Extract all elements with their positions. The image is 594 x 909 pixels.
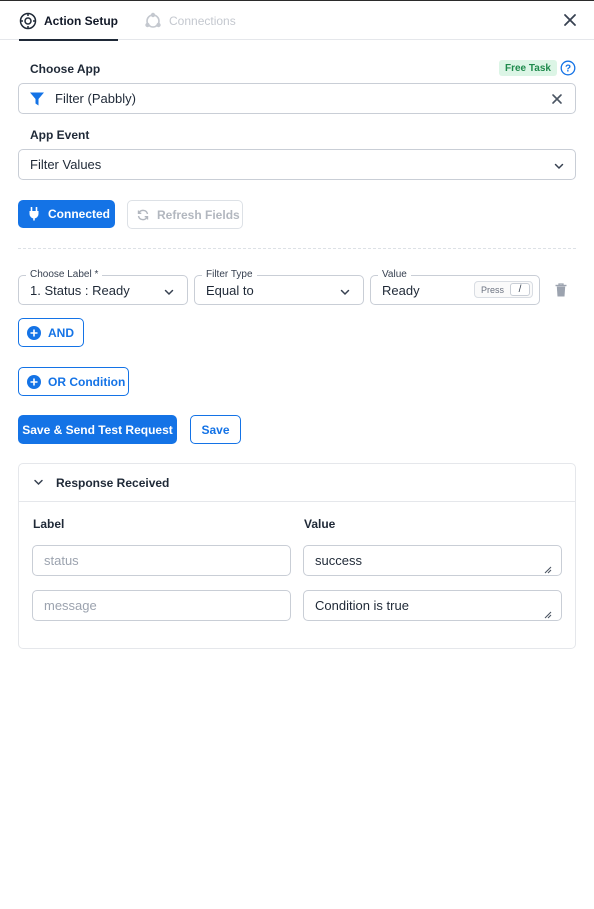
chevron-down-icon	[163, 286, 175, 298]
connected-button-label: Connected	[48, 207, 111, 221]
save-button[interactable]: Save	[190, 415, 241, 444]
resize-grip-icon[interactable]	[543, 562, 552, 574]
or-condition-label: OR Condition	[48, 374, 126, 389]
connections-icon	[144, 12, 162, 30]
response-value-text: Condition is true	[315, 598, 409, 613]
save-send-test-button[interactable]: Save & Send Test Request	[18, 415, 177, 444]
free-task-badge: Free Task	[499, 60, 557, 76]
refresh-fields-button[interactable]: Refresh Fields	[127, 200, 243, 229]
app-select[interactable]: Filter (Pabbly)	[18, 83, 576, 114]
close-icon[interactable]	[562, 12, 578, 28]
choose-label-select[interactable]: Choose Label * 1. Status : Ready	[18, 269, 188, 305]
tab-connections[interactable]: Connections	[144, 1, 236, 40]
section-divider	[18, 248, 576, 249]
plug-icon	[27, 206, 41, 221]
chevron-down-icon	[339, 286, 351, 298]
and-button-label: AND	[48, 325, 74, 340]
or-condition-button[interactable]: OR Condition	[18, 367, 129, 396]
filter-type-legend: Filter Type	[202, 269, 257, 281]
response-value-text: success	[315, 553, 362, 568]
choose-label-legend: Choose Label *	[26, 269, 103, 281]
response-panel: Response Received Label Value status suc…	[18, 463, 576, 649]
response-panel-header[interactable]: Response Received	[19, 464, 575, 502]
plus-circle-icon	[27, 374, 41, 389]
app-event-select[interactable]: Filter Values	[18, 149, 576, 180]
press-hint-label: Press	[481, 284, 505, 295]
action-setup-icon	[19, 12, 37, 30]
slash-key: /	[510, 283, 531, 296]
value-input-value: Ready	[382, 282, 420, 298]
label-column-header: Label	[33, 517, 65, 531]
trash-icon[interactable]	[555, 283, 567, 297]
app-event-value: Filter Values	[30, 157, 102, 172]
press-shortcut-hint: Press /	[474, 281, 534, 298]
app-event-title: App Event	[30, 128, 90, 142]
svg-text:?: ?	[565, 64, 571, 75]
resize-grip-icon[interactable]	[543, 607, 552, 619]
app-select-value: Filter (Pabbly)	[55, 91, 136, 106]
response-value-field[interactable]: success	[303, 545, 562, 576]
filter-type-value: Equal to	[206, 282, 254, 298]
filter-icon	[29, 91, 45, 107]
connected-button[interactable]: Connected	[18, 200, 115, 228]
value-column-header: Value	[304, 517, 336, 531]
clear-icon[interactable]	[551, 93, 563, 105]
refresh-fields-label: Refresh Fields	[157, 207, 240, 222]
choose-app-title: Choose App	[30, 62, 101, 76]
chevron-down-icon	[33, 477, 44, 488]
tab-connections-label: Connections	[169, 13, 236, 28]
choose-label-value: 1. Status : Ready	[30, 282, 130, 298]
help-icon[interactable]: ?	[560, 60, 576, 76]
response-label-field[interactable]: status	[32, 545, 291, 576]
chevron-down-icon	[553, 160, 565, 172]
refresh-icon	[137, 209, 149, 221]
tab-action-setup[interactable]: Action Setup	[19, 1, 118, 41]
response-label-field[interactable]: message	[32, 590, 291, 621]
tab-bar: Action Setup Connections	[0, 1, 594, 41]
response-value-field[interactable]: Condition is true	[303, 590, 562, 621]
plus-circle-icon	[27, 325, 41, 340]
tab-action-setup-label: Action Setup	[44, 13, 118, 28]
response-panel-title: Response Received	[56, 475, 170, 490]
value-legend: Value	[378, 269, 411, 281]
filter-type-select[interactable]: Filter Type Equal to	[194, 269, 364, 305]
and-button[interactable]: AND	[18, 318, 84, 347]
